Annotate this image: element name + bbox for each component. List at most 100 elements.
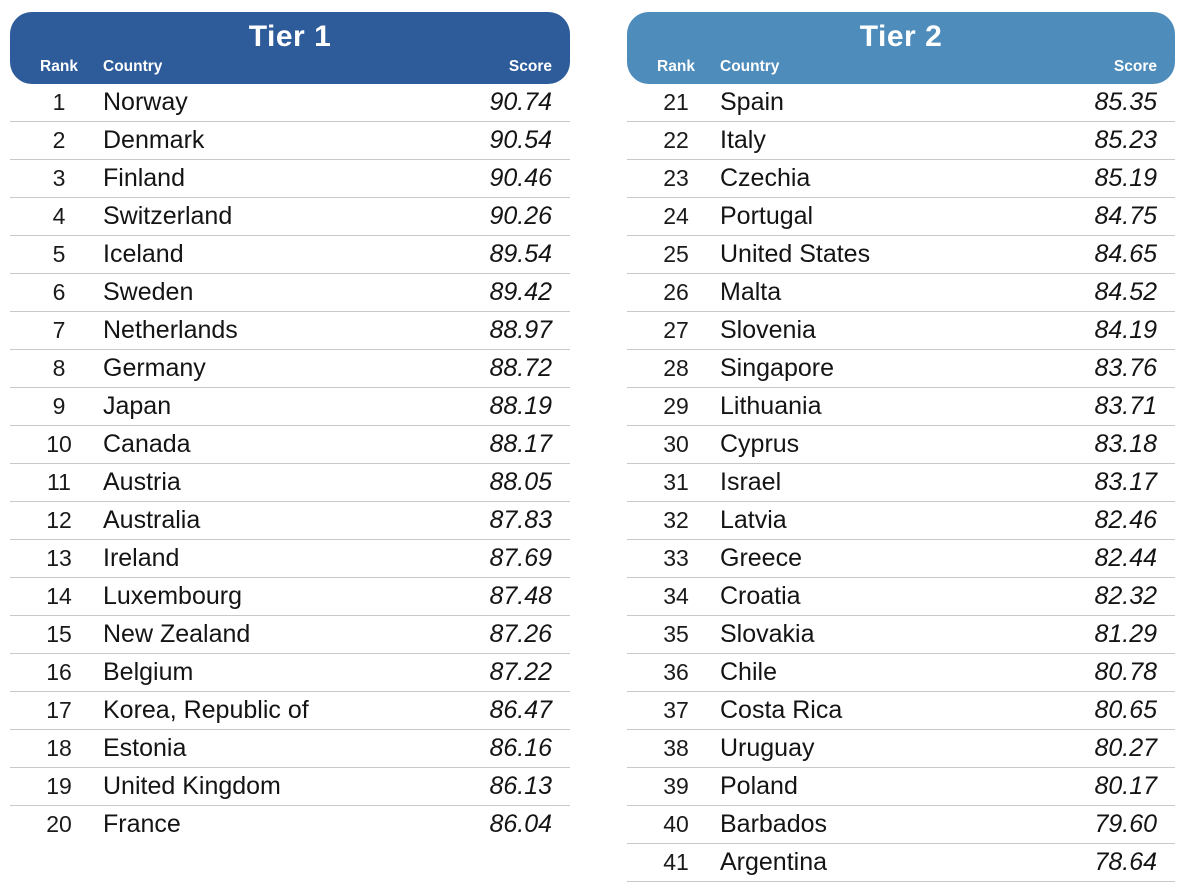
cell-score: 79.60 <box>1094 809 1157 838</box>
table-row[interactable]: 41 Argentina 78.64 <box>627 844 1175 882</box>
cell-country: New Zealand <box>103 619 251 648</box>
cell-rank: 38 <box>663 734 689 761</box>
table-row[interactable]: 30 Cyprus 83.18 <box>627 426 1175 464</box>
tier-2-rows: 21 Spain 85.35 22 Italy 85.23 23 Czechia 85.19 24… <box>627 84 1175 882</box>
cell-rank: 32 <box>663 506 689 533</box>
table-row[interactable]: 32 Latvia 82.46 <box>627 502 1175 540</box>
table-row[interactable]: 29 Lithuania 83.71 <box>627 388 1175 426</box>
table-row[interactable]: 12 Australia 87.83 <box>10 502 570 540</box>
cell-rank: 25 <box>663 240 689 267</box>
table-row[interactable]: 19 United Kingdom 86.13 <box>10 768 570 806</box>
table-row[interactable]: 13 Ireland 87.69 <box>10 540 570 578</box>
table-row[interactable]: 33 Greece 82.44 <box>627 540 1175 578</box>
cell-rank: 28 <box>663 354 689 381</box>
table-row[interactable]: 23 Czechia 85.19 <box>627 160 1175 198</box>
cell-country: Denmark <box>103 125 205 154</box>
table-row[interactable]: 35 Slovakia 81.29 <box>627 616 1175 654</box>
cell-country: Lithuania <box>720 391 822 420</box>
table-row[interactable]: 24 Portugal 84.75 <box>627 198 1175 236</box>
tier-2-header: Tier 2 Rank Country Score <box>627 12 1175 84</box>
cell-country: Poland <box>720 771 798 800</box>
column-header-score: Score <box>1113 57 1157 75</box>
table-row[interactable]: 40 Barbados 79.60 <box>627 806 1175 844</box>
table-row[interactable]: 6 Sweden 89.42 <box>10 274 570 312</box>
table-row[interactable]: 17 Korea, Republic of 86.47 <box>10 692 570 730</box>
cell-country: Czechia <box>720 163 811 192</box>
table-row[interactable]: 10 Canada 88.17 <box>10 426 570 464</box>
cell-country: Canada <box>103 429 191 458</box>
table-row[interactable]: 15 New Zealand 87.26 <box>10 616 570 654</box>
table-row[interactable]: 18 Estonia 86.16 <box>10 730 570 768</box>
cell-country: Finland <box>103 163 185 192</box>
cell-country: Switzerland <box>103 201 233 230</box>
cell-country: Argentina <box>720 847 828 876</box>
cell-rank: 4 <box>52 202 66 229</box>
column-header-rank: Rank <box>40 57 78 75</box>
table-row[interactable]: 34 Croatia 82.32 <box>627 578 1175 616</box>
cell-country: France <box>103 810 181 838</box>
table-row[interactable]: 38 Uruguay 80.27 <box>627 730 1175 768</box>
cell-rank: 11 <box>47 468 71 495</box>
cell-country: Slovenia <box>720 315 816 344</box>
cell-rank: 30 <box>663 430 689 457</box>
cell-rank: 22 <box>663 126 689 153</box>
cell-score: 87.26 <box>489 619 552 648</box>
table-row[interactable]: 27 Slovenia 84.19 <box>627 312 1175 350</box>
table-row[interactable]: 3 Finland 90.46 <box>10 160 570 198</box>
cell-rank: 23 <box>663 164 689 191</box>
table-row[interactable]: 5 Iceland 89.54 <box>10 236 570 274</box>
cell-country: Luxembourg <box>103 581 242 610</box>
table-row[interactable]: 4 Switzerland 90.26 <box>10 198 570 236</box>
ranking-tables-page: Tier 1 Rank Country Score 1 Norway 90.74 2 D… <box>0 0 1188 888</box>
cell-country: Barbados <box>720 809 828 838</box>
table-row[interactable]: 31 Israel 83.17 <box>627 464 1175 502</box>
table-row[interactable]: 39 Poland 80.17 <box>627 768 1175 806</box>
cell-rank: 39 <box>663 772 689 799</box>
table-row[interactable]: 21 Spain 85.35 <box>627 84 1175 122</box>
column-header-rank: Rank <box>657 57 695 75</box>
tier-1-header: Tier 1 Rank Country Score <box>10 12 570 84</box>
cell-rank: 15 <box>46 620 72 647</box>
cell-country: Uruguay <box>720 733 815 762</box>
cell-rank: 34 <box>663 582 689 609</box>
cell-country: Slovakia <box>720 619 815 648</box>
table-row[interactable]: 2 Denmark 90.54 <box>10 122 570 160</box>
table-row[interactable]: 14 Luxembourg 87.48 <box>10 578 570 616</box>
table-row[interactable]: 37 Costa Rica 80.65 <box>627 692 1175 730</box>
tier-1-panel: Tier 1 Rank Country Score 1 Norway 90.74 2 D… <box>0 0 600 888</box>
cell-score: 90.26 <box>489 201 552 230</box>
cell-rank: 5 <box>52 240 66 267</box>
cell-score: 85.23 <box>1094 125 1157 154</box>
cell-country: United Kingdom <box>103 771 281 800</box>
cell-score: 86.16 <box>489 733 552 762</box>
cell-rank: 16 <box>46 658 72 685</box>
table-row[interactable]: 7 Netherlands 88.97 <box>10 312 570 350</box>
table-row[interactable]: 36 Chile 80.78 <box>627 654 1175 692</box>
table-row[interactable]: 9 Japan 88.19 <box>10 388 570 426</box>
cell-score: 86.13 <box>489 771 552 800</box>
tier-2-title: Tier 2 <box>859 20 943 53</box>
table-row[interactable]: 20 France 86.04 <box>10 806 570 844</box>
cell-score: 89.54 <box>489 239 552 268</box>
table-row[interactable]: 26 Malta 84.52 <box>627 274 1175 312</box>
table-row[interactable]: 25 United States 84.65 <box>627 236 1175 274</box>
table-row[interactable]: 11 Austria 88.05 <box>10 464 570 502</box>
cell-score: 80.27 <box>1094 733 1157 762</box>
cell-country: Sweden <box>103 277 194 306</box>
cell-rank: 26 <box>663 278 689 305</box>
cell-score: 82.44 <box>1094 543 1157 572</box>
table-row[interactable]: 8 Germany 88.72 <box>10 350 570 388</box>
cell-rank: 8 <box>52 354 66 381</box>
table-row[interactable]: 16 Belgium 87.22 <box>10 654 570 692</box>
table-row[interactable]: 22 Italy 85.23 <box>627 122 1175 160</box>
cell-rank: 6 <box>52 278 66 305</box>
cell-rank: 29 <box>663 392 689 419</box>
table-row[interactable]: 28 Singapore 83.76 <box>627 350 1175 388</box>
cell-country: Japan <box>103 391 172 420</box>
tier-1-column-headers: Rank Country Score <box>10 58 570 82</box>
cell-rank: 13 <box>46 544 72 571</box>
cell-rank: 41 <box>663 848 689 875</box>
table-row[interactable]: 1 Norway 90.74 <box>10 84 570 122</box>
cell-rank: 7 <box>52 316 66 343</box>
cell-country: Ireland <box>103 543 180 572</box>
